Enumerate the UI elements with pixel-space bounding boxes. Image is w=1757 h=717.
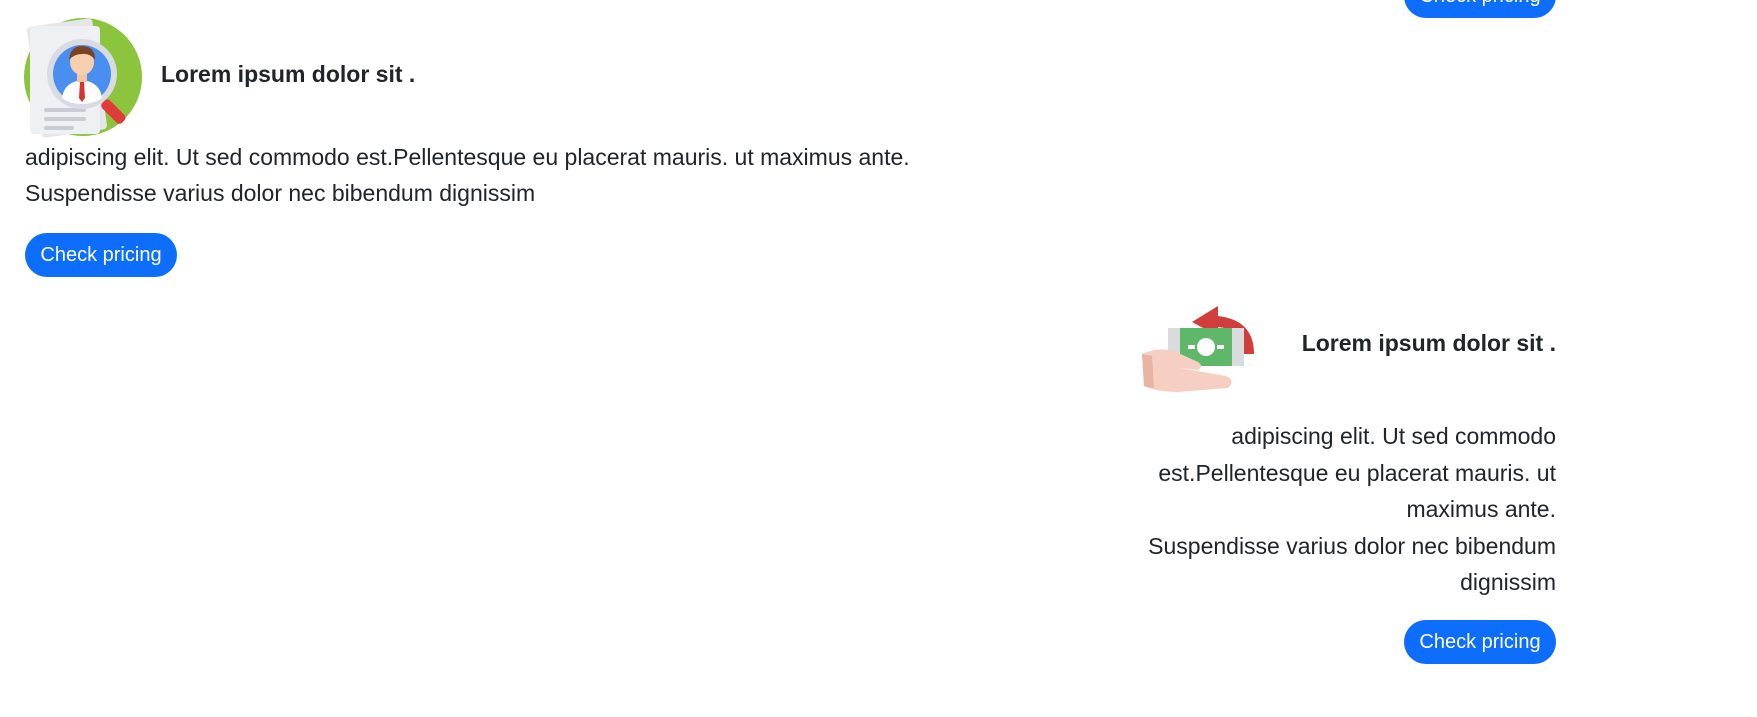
description-line: Suspendisse varius dolor nec bibendum di…: [25, 180, 536, 206]
description-line: adipiscing elit. Ut sed commodo est.Pell…: [1158, 423, 1556, 522]
check-pricing-button[interactable]: Check pricing: [25, 233, 177, 277]
feature-title: Lorem ipsum dolor sit .: [161, 61, 416, 87]
description-line: adipiscing elit. Ut sed commodo est.Pell…: [25, 144, 910, 170]
feature-description: adipiscing elit. Ut sed commodo est.Pell…: [1116, 418, 1556, 601]
check-pricing-button-top[interactable]: Check pricing: [1404, 0, 1556, 18]
profile-search-icon: [22, 16, 144, 138]
check-pricing-button[interactable]: Check pricing: [1404, 620, 1556, 664]
money-refund-icon: [1140, 296, 1272, 400]
feature-title: Lorem ipsum dolor sit .: [1301, 330, 1556, 356]
feature-description: adipiscing elit. Ut sed commodo est.Pell…: [25, 139, 985, 211]
description-line: Suspendisse varius dolor nec bibendum di…: [1148, 532, 1556, 596]
pricing-features-page: Check pricing Lorem ipsum dolor sit . ad…: [0, 0, 1757, 717]
